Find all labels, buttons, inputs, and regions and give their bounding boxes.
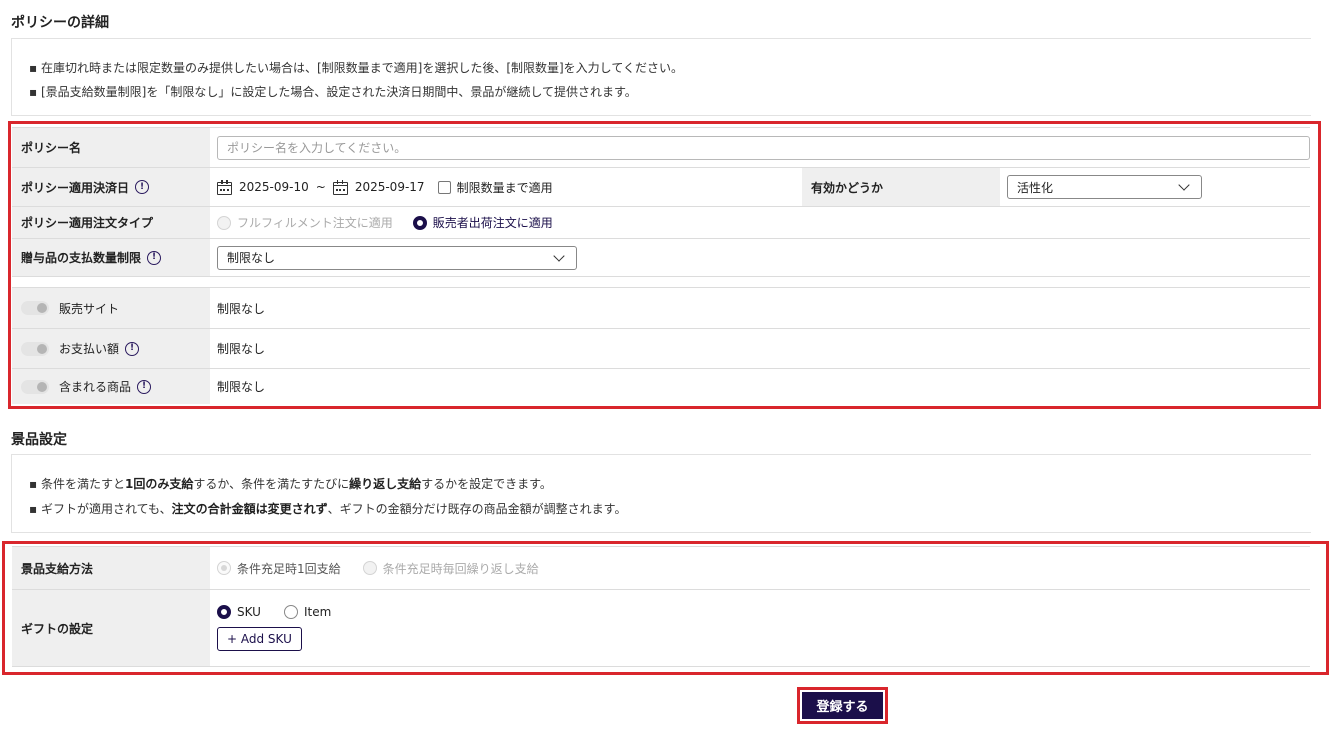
info-icon[interactable]: ! xyxy=(147,250,162,265)
condition-value: 制限なし xyxy=(217,380,266,394)
chevron-down-icon xyxy=(553,249,565,262)
gift-sku-radio[interactable]: SKU xyxy=(217,605,261,619)
checkbox-box[interactable] xyxy=(437,180,451,194)
condition-label: 含まれる商品! xyxy=(12,369,210,404)
submit-button[interactable]: 登録する xyxy=(802,692,883,719)
method-once-radio[interactable]: 条件充足時1回支給 xyxy=(217,560,341,577)
policy-notice-2: ▪ [景品支給数量制限]を「制限なし」に設定した場合、設定された決済日期間中、景… xyxy=(29,85,637,99)
policy-section-title: ポリシーの詳細 xyxy=(11,15,109,31)
policy-date-row: ポリシー適用決済日! 2025-09-10 ~ 2025-09-17 制限数量ま… xyxy=(12,168,1310,207)
policy-notice-1: ▪ 在庫切れ時または限定数量のみ提供したい場合は、[制限数量まで適用]を選択した… xyxy=(29,61,683,75)
gift-item-radio[interactable]: Item xyxy=(283,605,331,619)
gift-limit-row: 贈与品の支払数量制限! 制限なし xyxy=(12,239,1310,277)
policy-name-row: ポリシー名 ポリシー名を入力してください。 xyxy=(12,127,1310,168)
condition-value: 制限なし xyxy=(217,301,266,316)
prize-notice-box: ▪ 条件を満たすと1回のみ支給するか、条件を満たすたびに繰り返し支給するかを設定… xyxy=(11,454,1311,533)
policy-name-input[interactable]: ポリシー名を入力してください。 xyxy=(217,135,1310,160)
date-start-value[interactable]: 2025-09-10 xyxy=(239,180,309,194)
calendar-icon[interactable] xyxy=(332,179,348,195)
policy-name-label: ポリシー名 xyxy=(12,128,210,167)
condition-row-site: 販売サイト 制限なし xyxy=(12,288,1310,329)
condition-row-payment: お支払い額! 制限なし xyxy=(12,329,1310,369)
order-type-label: ポリシー適用注文タイプ xyxy=(12,207,210,238)
prize-method-label: 景品支給方法 xyxy=(12,547,210,589)
gift-setting-label: ギフトの設定 xyxy=(12,590,210,666)
method-repeat-radio[interactable]: 条件充足時毎回繰り返し支給 xyxy=(362,560,539,577)
valid-select[interactable]: 活性化 xyxy=(1007,175,1202,199)
policy-date-label: ポリシー適用決済日! xyxy=(12,168,210,206)
date-end-value[interactable]: 2025-09-17 xyxy=(355,180,425,194)
gift-limit-select[interactable]: 制限なし xyxy=(217,245,577,270)
toggle-switch[interactable] xyxy=(21,301,49,315)
radio-icon xyxy=(283,605,298,619)
condition-label: 販売サイト xyxy=(12,288,210,328)
valid-label: 有効かどうか xyxy=(802,168,1000,206)
info-icon[interactable]: ! xyxy=(135,180,150,194)
add-sku-button[interactable]: + Add SKU xyxy=(217,627,302,651)
chevron-down-icon xyxy=(1178,179,1190,191)
radio-icon xyxy=(412,215,427,230)
radio-icon xyxy=(217,605,231,619)
calendar-icon[interactable] xyxy=(217,179,232,195)
radio-icon xyxy=(362,561,377,575)
submit-highlight-frame: 登録する xyxy=(797,687,888,724)
gift-setting-row: ギフトの設定 SKU Item + Add SKU xyxy=(12,590,1310,667)
gift-type-options: SKU Item xyxy=(217,605,1310,619)
condition-label: お支払い額! xyxy=(12,329,210,368)
info-icon[interactable]: ! xyxy=(125,341,140,356)
gift-limit-label: 贈与品の支払数量制限! xyxy=(12,239,210,276)
spacer-row xyxy=(12,277,1310,288)
toggle-switch[interactable] xyxy=(21,379,49,394)
condition-row-products: 含まれる商品! 制限なし xyxy=(12,369,1310,404)
radio-icon xyxy=(217,215,231,230)
prize-method-row: 景品支給方法 条件充足時1回支給 条件充足時毎回繰り返し支給 xyxy=(12,546,1310,590)
date-separator: ~ xyxy=(315,180,326,194)
order-type-row: ポリシー適用注文タイプ フルフィルメント注文に適用 販売者出荷注文に適用 xyxy=(12,207,1310,239)
condition-value: 制限なし xyxy=(217,342,266,356)
toggle-switch[interactable] xyxy=(21,341,49,356)
order-type-fulfillment-radio[interactable]: フルフィルメント注文に適用 xyxy=(217,214,393,231)
radio-icon xyxy=(217,561,231,575)
prize-section-title: 景品設定 xyxy=(11,432,67,448)
policy-notice-box: ▪ 在庫切れ時または限定数量のみ提供したい場合は、[制限数量まで適用]を選択した… xyxy=(11,38,1311,116)
info-icon[interactable]: ! xyxy=(137,379,152,394)
order-type-seller-radio[interactable]: 販売者出荷注文に適用 xyxy=(412,214,553,231)
limit-quantity-checkbox[interactable]: 制限数量まで適用 xyxy=(437,179,553,196)
prize-notice-1: ▪ 条件を満たすと1回のみ支給するか、条件を満たすたびに繰り返し支給するかを設定… xyxy=(29,477,552,491)
prize-notice-2: ▪ ギフトが適用されても、注文の合計金額は変更されず、ギフトの金額分だけ既存の商… xyxy=(29,502,627,516)
